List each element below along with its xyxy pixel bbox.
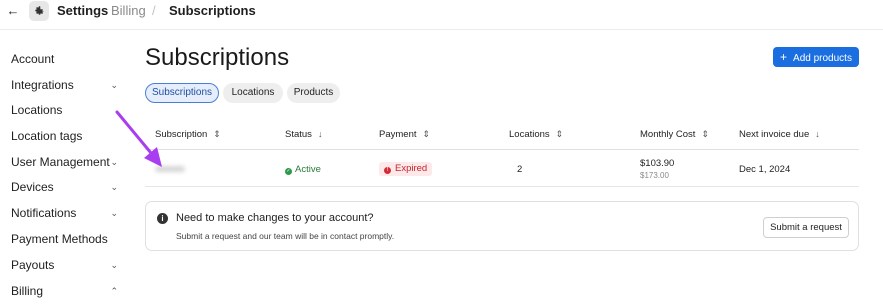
sort-icon: ⇕	[213, 129, 221, 139]
chevron-down-icon: ⌄	[110, 182, 118, 192]
settings-gear-button[interactable]	[29, 1, 49, 21]
sort-down-icon: ↓	[815, 129, 820, 139]
sidebar-item-label: Location tags	[11, 129, 83, 143]
sidebar-item-user-management[interactable]: User Management ⌄	[11, 151, 121, 173]
sidebar-item-location-tags[interactable]: Location tags	[11, 125, 121, 147]
column-header-monthly-cost[interactable]: Monthly Cost ⇕	[640, 129, 709, 140]
status-badge: ✓ Active	[285, 164, 321, 175]
locations-count: 2	[517, 164, 523, 175]
plus-icon: +	[780, 50, 788, 64]
sidebar-item-label: Payouts	[11, 258, 55, 272]
gear-icon	[35, 6, 44, 15]
sidebar-item-label: Billing	[11, 284, 44, 298]
column-header-payment[interactable]: Payment ⇕	[379, 129, 430, 140]
chevron-up-icon: ⌃	[110, 286, 118, 296]
monthly-cost-original: $173.00	[640, 171, 669, 180]
table-row[interactable]: ✓ Active ! Expired 2 $103.90 $173.00 Dec 1…	[145, 152, 859, 187]
sidebar-item-label: Account	[11, 52, 55, 66]
next-invoice-date: Dec 1, 2024	[739, 164, 791, 175]
add-products-button[interactable]: + Add products	[773, 47, 859, 67]
sidebar-item-billing[interactable]: Billing ⌃	[11, 280, 121, 302]
column-header-next-invoice[interactable]: Next invoice due ↓	[739, 129, 820, 140]
tab-locations[interactable]: Locations	[223, 83, 283, 103]
back-arrow-icon[interactable]: ←	[5, 3, 21, 19]
top-bar: ← Settings Billing / Subscriptions	[0, 0, 883, 30]
column-header-locations[interactable]: Locations ⇕	[509, 129, 563, 140]
payment-badge: ! Expired	[379, 162, 433, 176]
tab-products[interactable]: Products	[287, 83, 340, 103]
account-changes-notice: i Need to make changes to your account? …	[145, 201, 859, 251]
info-icon: i	[157, 213, 168, 224]
chevron-down-icon: ⌄	[110, 208, 118, 218]
sidebar-item-notifications[interactable]: Notifications ⌄	[11, 202, 121, 224]
sidebar-item-label: Notifications	[11, 206, 77, 220]
sidebar-item-account[interactable]: Account	[11, 48, 121, 70]
alert-icon: !	[384, 167, 391, 174]
sidebar-item-devices[interactable]: Devices ⌄	[11, 176, 121, 198]
breadcrumb-separator: /	[152, 3, 156, 18]
monthly-cost: $103.90	[640, 158, 675, 169]
sidebar-item-label: Devices	[11, 180, 54, 194]
sidebar-item-label: Integrations	[11, 78, 74, 92]
column-label: Locations	[509, 129, 550, 140]
check-icon: ✓	[285, 168, 292, 175]
chevron-down-icon: ⌄	[110, 260, 118, 270]
sidebar-item-locations[interactable]: Locations	[11, 99, 121, 121]
breadcrumb-settings[interactable]: Settings	[57, 4, 108, 18]
tab-subscriptions[interactable]: Subscriptions	[145, 83, 219, 103]
sort-icon: ⇕	[555, 129, 564, 139]
sidebar-item-label: User Management	[11, 155, 110, 169]
sort-icon: ⇕	[422, 129, 431, 139]
status-label: Active	[295, 164, 321, 175]
sort-icon: ⇕	[701, 129, 709, 139]
sidebar-item-payment-methods[interactable]: Payment Methods	[11, 228, 121, 250]
column-header-status[interactable]: Status ↓	[285, 129, 322, 140]
table-header: Subscription ⇕ Status ↓ Payment ⇕ Locations…	[145, 124, 859, 150]
page-title: Subscriptions	[145, 44, 290, 71]
sidebar-item-label: Payment Methods	[11, 232, 108, 246]
annotation-arrow-icon	[115, 110, 162, 167]
sidebar-item-label: Locations	[11, 103, 63, 117]
sidebar-item-payouts[interactable]: Payouts ⌄	[11, 254, 121, 276]
breadcrumb-subscriptions: Subscriptions	[169, 3, 256, 18]
submit-request-button[interactable]: Submit a request	[763, 217, 849, 238]
notice-body: Submit a request and our team will be in…	[176, 231, 395, 241]
add-products-label: Add products	[793, 53, 852, 64]
sort-down-icon: ↓	[317, 129, 323, 139]
notice-title: Need to make changes to your account?	[176, 212, 374, 224]
column-label: Next invoice due	[739, 129, 810, 140]
payment-label: Expired	[395, 163, 428, 174]
breadcrumb-billing[interactable]: Billing	[111, 4, 146, 18]
column-label: Status	[285, 129, 312, 140]
sidebar-item-integrations[interactable]: Integrations ⌄	[11, 74, 121, 96]
column-label: Payment	[379, 129, 417, 140]
column-label: Monthly Cost	[640, 129, 696, 140]
chevron-down-icon: ⌄	[110, 80, 118, 90]
